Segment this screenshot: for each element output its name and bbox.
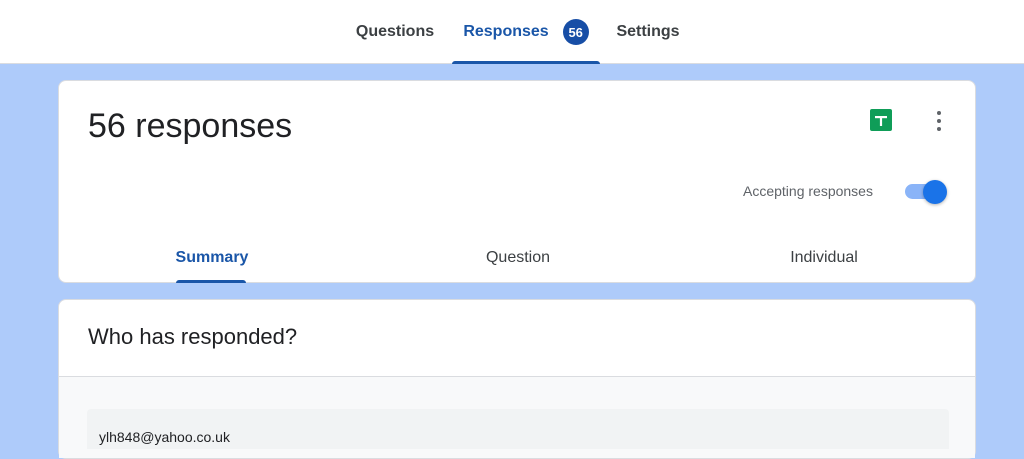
subtab-question-label: Question <box>485 249 551 266</box>
subtab-individual-label: Individual <box>790 249 858 266</box>
subtab-summary-label: Summary <box>175 249 249 266</box>
accepting-responses-toggle[interactable] <box>903 180 949 204</box>
top-navigation-bar: Questions Responses 56 Settings <box>0 0 1024 64</box>
tab-responses[interactable]: Responses 56 <box>452 0 600 64</box>
tab-settings-label: Settings <box>616 23 680 40</box>
accepting-responses-label: Accepting responses <box>743 183 873 199</box>
responses-summary-card: 56 responses Accepting responses Summary… <box>58 80 976 283</box>
who-responded-card: Who has responded? ylh848@yahoo.co.uk <box>58 299 976 459</box>
respondent-email: ylh848@yahoo.co.uk <box>99 429 230 445</box>
tab-settings[interactable]: Settings <box>606 0 690 64</box>
list-item[interactable]: ylh848@yahoo.co.uk <box>87 409 949 449</box>
tab-responses-label: Responses <box>463 23 549 40</box>
tab-questions-label: Questions <box>355 23 435 40</box>
subtab-summary[interactable]: Summary <box>59 233 365 283</box>
responses-count-title: 56 responses <box>88 107 293 145</box>
responses-count-badge: 56 <box>562 19 589 45</box>
tab-questions[interactable]: Questions <box>344 0 446 64</box>
subtab-question[interactable]: Question <box>365 233 671 283</box>
active-tab-indicator <box>452 61 600 64</box>
google-sheets-icon[interactable] <box>870 109 892 131</box>
toggle-knob <box>923 180 947 204</box>
active-subtab-indicator <box>176 280 246 283</box>
more-vertical-icon[interactable] <box>927 107 951 135</box>
who-responded-title: Who has responded? <box>88 324 298 349</box>
subtab-individual[interactable]: Individual <box>671 233 977 283</box>
